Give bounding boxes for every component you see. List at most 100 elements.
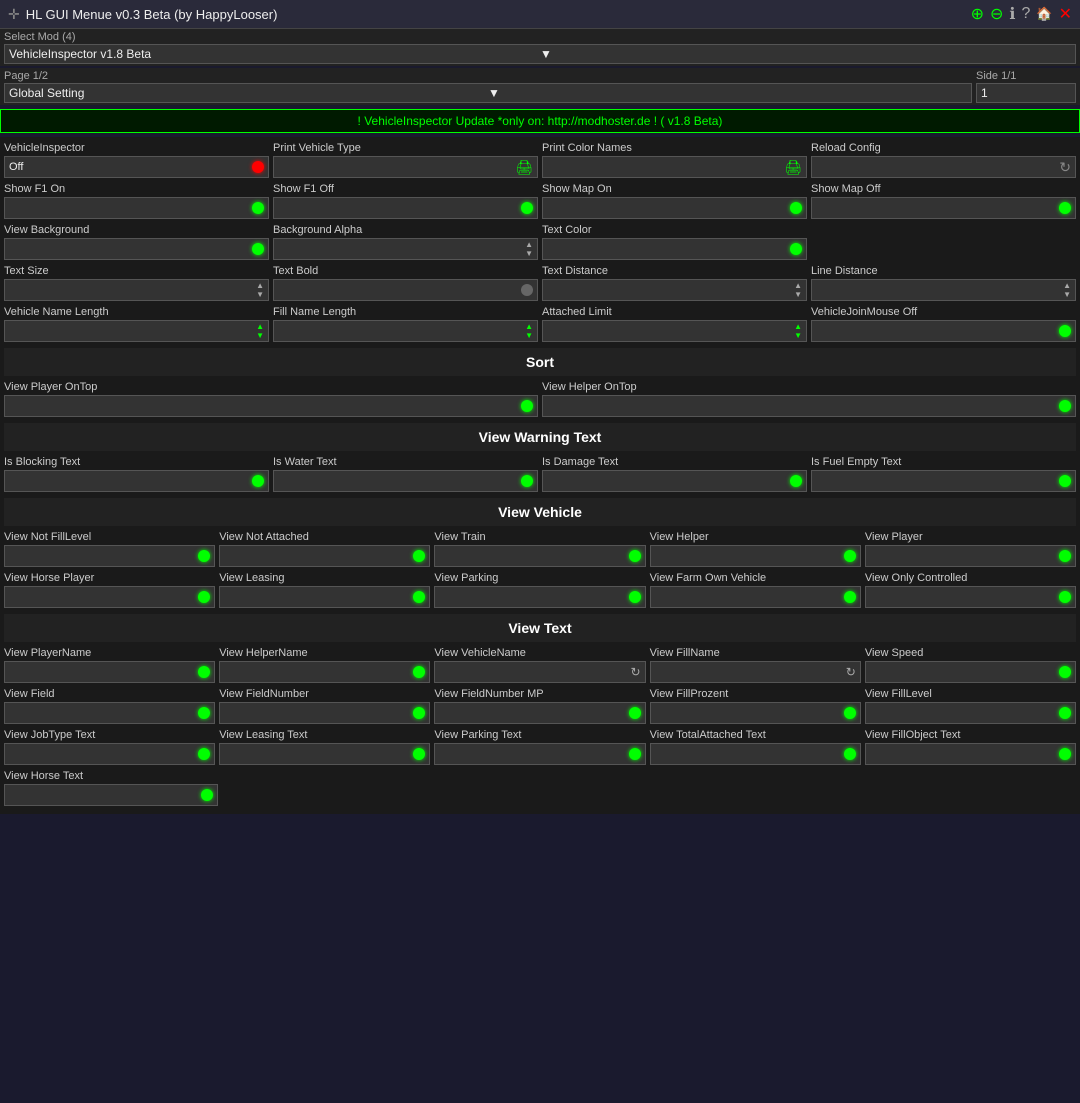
stepper-down[interactable]: ▼: [794, 332, 802, 340]
view-text-row-2: View Field View FieldNumber View FieldNu…: [4, 687, 1076, 724]
view-fill-name-label: View FillName: [650, 646, 861, 660]
stepper-down[interactable]: ▼: [525, 250, 533, 258]
attached-limit-stepper[interactable]: ▲ ▼: [794, 323, 802, 340]
view-job-type-text-control[interactable]: [4, 743, 215, 765]
attached-limit-control[interactable]: ▲ ▼: [542, 320, 807, 342]
move-icon[interactable]: ✛: [8, 6, 20, 23]
view-horse-player-control[interactable]: [4, 586, 215, 608]
warning-text-row: Is Blocking Text Is Water Text Is Damage…: [4, 455, 1076, 492]
print-color-names-label: Print Color Names: [542, 141, 807, 155]
view-fill-name-icon: ↻: [846, 665, 856, 679]
stepper-down[interactable]: ▼: [256, 332, 264, 340]
stepper-up[interactable]: ▲: [525, 323, 533, 331]
settings-button[interactable]: 🏠: [1036, 6, 1052, 22]
text-size-stepper[interactable]: ▲ ▼: [256, 282, 264, 299]
print-color-names-group: Print Color Names 🖨: [542, 141, 807, 178]
view-not-fill-level-control[interactable]: [4, 545, 215, 567]
is-damage-text-control[interactable]: [542, 470, 807, 492]
is-blocking-text-control[interactable]: [4, 470, 269, 492]
view-vehicle-name-control[interactable]: ↻: [434, 661, 645, 683]
view-field-number-label: View FieldNumber: [219, 687, 430, 701]
show-map-on-control[interactable]: [542, 197, 807, 219]
view-background-control[interactable]: [4, 238, 269, 260]
stepper-down[interactable]: ▼: [794, 291, 802, 299]
row-4: Text Size ▲ ▼ Text Bold Text Distance ▲ …: [4, 264, 1076, 301]
view-parking-control[interactable]: [434, 586, 645, 608]
vehicle-join-mouse-off-control[interactable]: [811, 320, 1076, 342]
vehicle-inspector-control[interactable]: Off: [4, 156, 269, 178]
is-fuel-empty-text-control[interactable]: [811, 470, 1076, 492]
is-fuel-empty-text-label: Is Fuel Empty Text: [811, 455, 1076, 469]
background-alpha-control[interactable]: ▲ ▼: [273, 238, 538, 260]
stepper-up[interactable]: ▲: [525, 241, 533, 249]
view-fill-object-text-control[interactable]: [865, 743, 1076, 765]
view-not-attached-control[interactable]: [219, 545, 430, 567]
info-button[interactable]: ℹ: [1009, 4, 1015, 24]
is-water-text-control[interactable]: [273, 470, 538, 492]
stepper-up[interactable]: ▲: [794, 282, 802, 290]
page-control[interactable]: Global Setting ▼: [4, 83, 972, 103]
view-fill-prozent-control[interactable]: [650, 702, 861, 724]
stepper-up[interactable]: ▲: [1063, 282, 1071, 290]
view-fill-level-control[interactable]: [865, 702, 1076, 724]
view-horse-text-control[interactable]: [4, 784, 218, 806]
show-map-off-control[interactable]: [811, 197, 1076, 219]
text-color-control[interactable]: [542, 238, 807, 260]
view-horse-player-indicator: [198, 591, 210, 603]
background-alpha-stepper[interactable]: ▲ ▼: [525, 241, 533, 258]
side-control[interactable]: 1: [976, 83, 1076, 103]
view-train-control[interactable]: [434, 545, 645, 567]
view-leasing-text-control[interactable]: [219, 743, 430, 765]
view-helper-ontop-control[interactable]: [542, 395, 1076, 417]
view-helper-control[interactable]: [650, 545, 861, 567]
view-leasing-control[interactable]: [219, 586, 430, 608]
line-distance-stepper[interactable]: ▲ ▼: [1063, 282, 1071, 299]
view-field-number-group: View FieldNumber: [219, 687, 430, 724]
view-only-controlled-control[interactable]: [865, 586, 1076, 608]
show-f1-off-control[interactable]: [273, 197, 538, 219]
select-mod-control[interactable]: VehicleInspector v1.8 Beta ▼: [4, 44, 1076, 64]
text-bold-control[interactable]: [273, 279, 538, 301]
view-fill-level-label: View FillLevel: [865, 687, 1076, 701]
is-water-text-group: Is Water Text: [273, 455, 538, 492]
view-only-controlled-group: View Only Controlled: [865, 571, 1076, 608]
view-farm-own-vehicle-control[interactable]: [650, 586, 861, 608]
view-helper-ontop-group: View Helper OnTop: [542, 380, 1076, 417]
vehicle-name-length-control[interactable]: ▲ ▼: [4, 320, 269, 342]
stepper-up[interactable]: ▲: [794, 323, 802, 331]
view-field-number-mp-control[interactable]: [434, 702, 645, 724]
stepper-down[interactable]: ▼: [1063, 291, 1071, 299]
text-size-control[interactable]: ▲ ▼: [4, 279, 269, 301]
fill-name-length-control[interactable]: ▲ ▼: [273, 320, 538, 342]
add-button[interactable]: ⊕: [971, 4, 984, 24]
view-player-ontop-control[interactable]: [4, 395, 538, 417]
close-button[interactable]: ✕: [1059, 4, 1072, 24]
stepper-up[interactable]: ▲: [256, 323, 264, 331]
minus-button[interactable]: ⊖: [990, 4, 1003, 24]
view-leasing-label: View Leasing: [219, 571, 430, 585]
text-distance-stepper[interactable]: ▲ ▼: [794, 282, 802, 299]
stepper-down[interactable]: ▼: [256, 291, 264, 299]
show-map-off-indicator: [1059, 202, 1071, 214]
view-field-number-indicator: [413, 707, 425, 719]
view-player-name-control[interactable]: [4, 661, 215, 683]
text-distance-control[interactable]: ▲ ▼: [542, 279, 807, 301]
view-field-number-control[interactable]: [219, 702, 430, 724]
vehicle-name-length-stepper[interactable]: ▲ ▼: [256, 323, 264, 340]
question-button[interactable]: ?: [1022, 5, 1031, 23]
print-vehicle-type-control[interactable]: 🖨: [273, 156, 538, 178]
view-parking-text-control[interactable]: [434, 743, 645, 765]
fill-name-length-stepper[interactable]: ▲ ▼: [525, 323, 533, 340]
view-field-control[interactable]: [4, 702, 215, 724]
view-speed-control[interactable]: [865, 661, 1076, 683]
view-total-attached-text-control[interactable]: [650, 743, 861, 765]
stepper-up[interactable]: ▲: [256, 282, 264, 290]
view-fill-name-control[interactable]: ↻: [650, 661, 861, 683]
print-color-names-control[interactable]: 🖨: [542, 156, 807, 178]
view-player-control[interactable]: [865, 545, 1076, 567]
line-distance-control[interactable]: ▲ ▼: [811, 279, 1076, 301]
reload-config-control[interactable]: ↻: [811, 156, 1076, 178]
stepper-down[interactable]: ▼: [525, 332, 533, 340]
view-helper-name-control[interactable]: [219, 661, 430, 683]
show-f1-on-control[interactable]: [4, 197, 269, 219]
